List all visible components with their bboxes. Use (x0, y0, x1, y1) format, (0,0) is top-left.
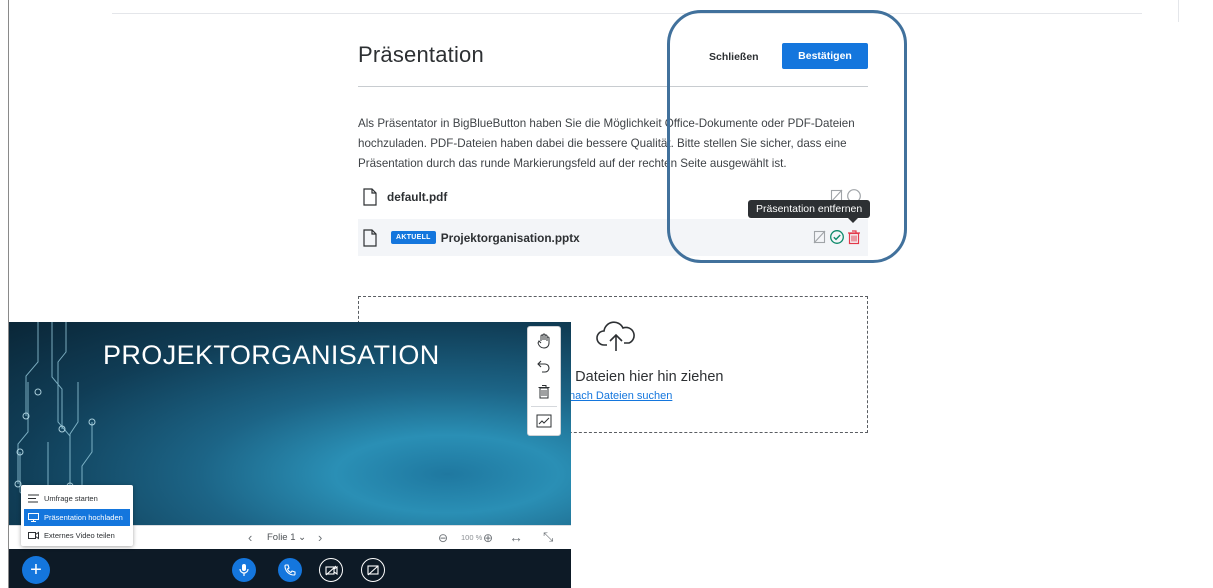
slide-title: PROJEKTORGANISATION (103, 340, 440, 370)
menu-item-label: Umfrage starten (44, 494, 98, 503)
phone-icon (284, 564, 296, 576)
actions-menu: Umfrage starten Präsentation hochladen E… (21, 485, 133, 546)
microphone-button[interactable] (232, 558, 256, 582)
next-slide-icon[interactable]: › (318, 530, 322, 545)
menu-item-poll[interactable]: Umfrage starten (24, 490, 130, 507)
slide-select-label: Folie 1 (267, 532, 296, 543)
right-divider (1178, 0, 1179, 22)
cloud-upload-icon (596, 321, 635, 351)
undo-icon (537, 360, 550, 373)
file-name: Projektorganisation.pptx (440, 230, 580, 245)
camera-off-icon (324, 565, 338, 575)
actions-plus-button[interactable]: + (22, 556, 50, 584)
screenshare-button[interactable] (361, 558, 385, 582)
screenshare-off-icon (367, 564, 379, 575)
toolbar-divider (531, 406, 557, 407)
file-icon (363, 187, 377, 206)
zoom-in-icon[interactable]: ⊕ (483, 531, 493, 545)
poll-icon (28, 494, 39, 503)
left-divider (8, 0, 9, 588)
presentation-window: PROJEKTORGANISATION ‹ Folie 1 ⌄ › ⊖ 100 … (8, 322, 571, 588)
zoom-out-icon[interactable]: ⊖ (438, 531, 448, 545)
audio-button[interactable] (278, 558, 302, 582)
highlight-annotation (667, 10, 907, 263)
multi-user-tool[interactable] (531, 410, 557, 432)
action-bar: + (8, 549, 571, 588)
clear-tool[interactable] (531, 380, 557, 402)
menu-item-upload-presentation[interactable]: Präsentation hochladen (24, 509, 130, 526)
file-name: default.pdf (387, 189, 448, 204)
hand-tool[interactable] (531, 330, 557, 352)
browse-files-link[interactable]: nach Dateien suchen (569, 390, 672, 402)
modal-title: Präsentation (358, 42, 484, 67)
presentation-icon (28, 513, 39, 522)
top-divider (112, 13, 1142, 14)
trash-icon (538, 384, 550, 398)
dropzone-text: de Dateien hier hin ziehen (555, 369, 724, 385)
zoom-value: 100 % (461, 533, 483, 542)
current-badge: AKTUELL (391, 231, 436, 244)
camera-button[interactable] (319, 558, 343, 582)
fit-width-icon[interactable]: ↔ (509, 529, 523, 545)
menu-item-external-video[interactable]: Externes Video teilen (24, 527, 130, 544)
video-icon (28, 531, 39, 540)
hand-icon (537, 333, 550, 349)
page: Präsentation Schließen Bestätigen Als Pr… (0, 0, 1213, 588)
undo-tool[interactable] (531, 355, 557, 377)
file-icon (363, 228, 377, 247)
whiteboard-toolbar (527, 326, 561, 436)
menu-item-label: Präsentation hochladen (44, 513, 123, 522)
menu-item-label: Externes Video teilen (44, 531, 115, 540)
slide-select[interactable]: Folie 1 ⌄ (267, 532, 306, 543)
previous-slide-icon[interactable]: ‹ (248, 530, 252, 545)
microphone-icon (239, 564, 249, 576)
whiteboard-chart-icon (536, 414, 552, 428)
fullscreen-icon[interactable]: ⤡ (543, 529, 553, 545)
